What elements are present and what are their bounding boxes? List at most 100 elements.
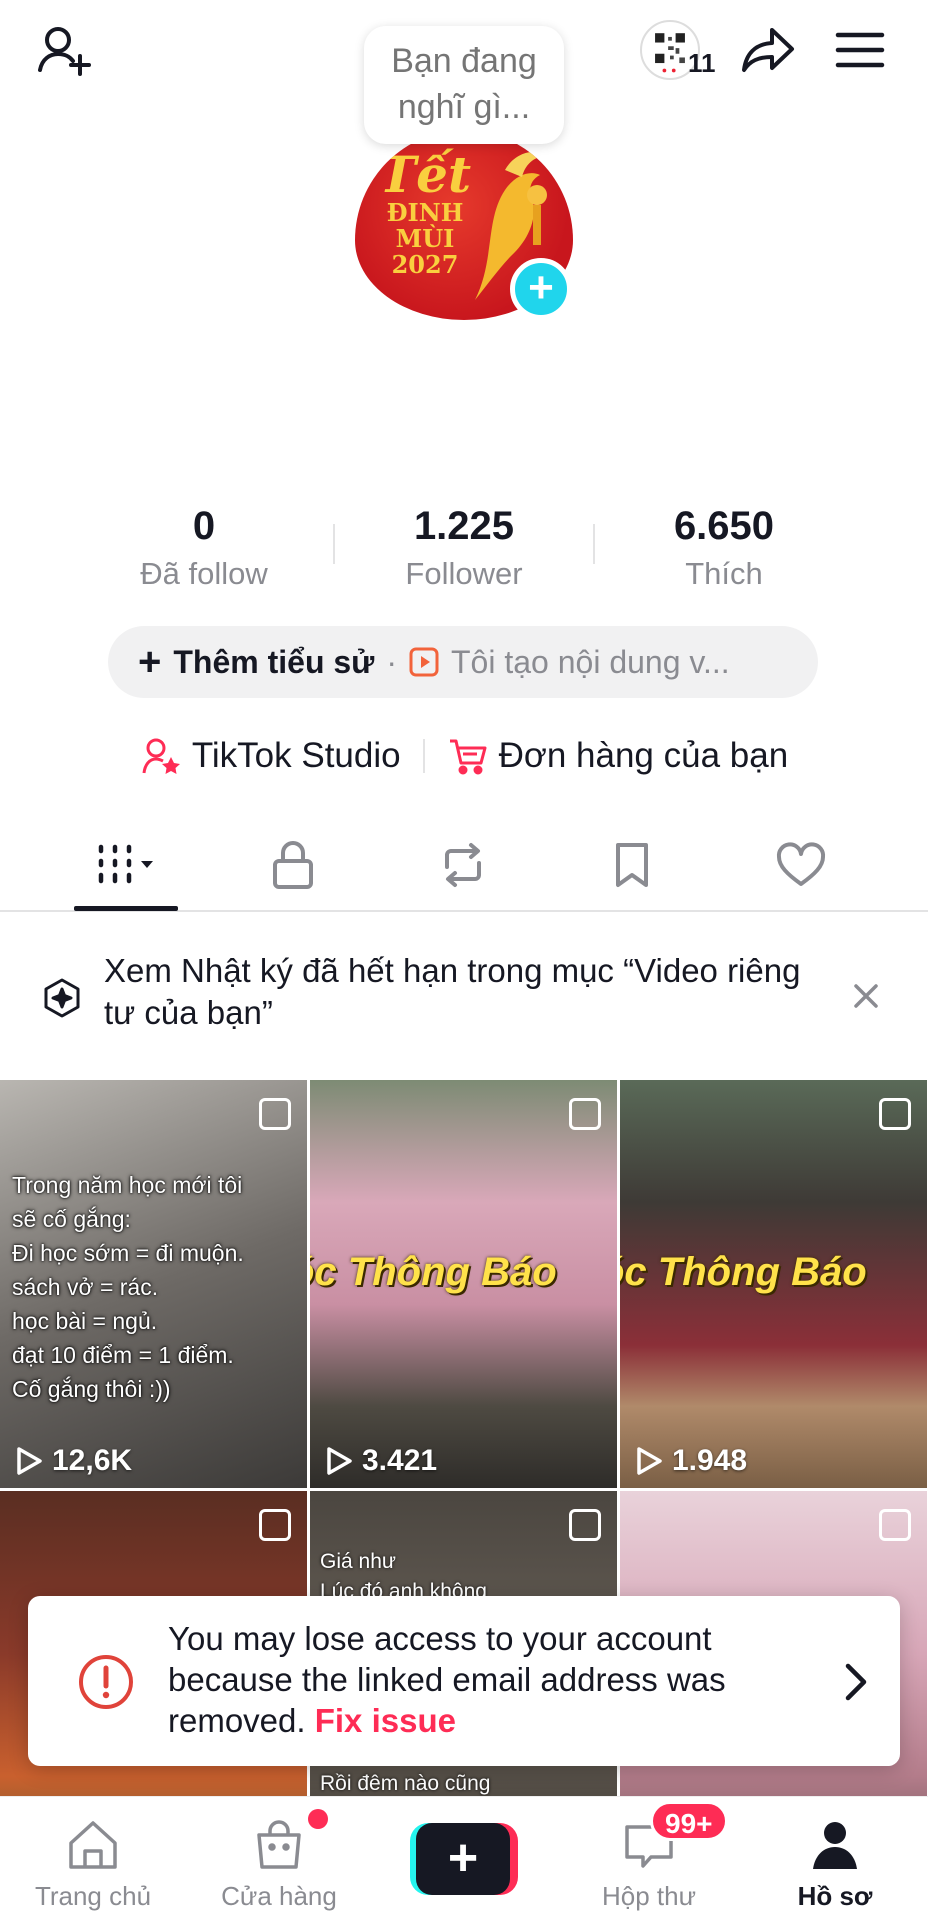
view-count-value: 1.948: [672, 1444, 748, 1477]
cart-icon: [449, 739, 487, 775]
play-icon: [327, 1447, 352, 1475]
video-overlay-text: óc Thông Báo: [310, 1250, 557, 1294]
caption-line: Trong năm học mới tôi: [12, 1172, 243, 1198]
inbox-badge: 99+: [650, 1801, 728, 1841]
active-tab-indicator: [74, 906, 178, 911]
multi-clip-icon: [569, 1098, 601, 1130]
view-count-value: 3.421: [362, 1444, 438, 1477]
fix-issue-link[interactable]: Fix issue: [315, 1702, 456, 1739]
thought-bubble-line2: nghĩ gì...: [397, 88, 531, 126]
video-caption: Trong năm học mới tôi sẽ cố gắng: Đi học…: [12, 1168, 302, 1406]
banner-text: Xem Nhật ký đã hết hạn trong mục “Video …: [104, 952, 801, 1031]
nav-home[interactable]: Trang chủ: [8, 1797, 178, 1920]
home-icon: [69, 1821, 117, 1869]
nav-shop[interactable]: Cửa hàng: [194, 1797, 364, 1920]
warning-message: You may lose access to your account beca…: [168, 1618, 808, 1741]
stat-likes[interactable]: 6.650 Thích: [594, 498, 854, 594]
qr-count: 11: [688, 48, 716, 78]
play-square-icon: [409, 647, 439, 677]
plus-icon: +: [416, 1823, 510, 1895]
caption-line: Giá như: [320, 1550, 396, 1573]
video-thumbnail[interactable]: óc Thông Báo 1.948: [620, 1080, 927, 1488]
video-thumbnail[interactable]: Trong năm học mới tôi sẽ cố gắng: Đi học…: [0, 1080, 307, 1488]
video-caption-bottom: Rồi đêm nào cũng: [320, 1772, 491, 1795]
multi-clip-icon: [879, 1509, 911, 1541]
caption-line: Đi học sớm = đi muộn.: [12, 1240, 244, 1266]
tiktok-studio-label: TikTok Studio: [191, 736, 401, 775]
nav-profile[interactable]: Hồ sơ: [750, 1797, 920, 1920]
caption-line: đạt 10 điểm = 1 điểm.: [12, 1342, 234, 1368]
caption-line: sẽ cố gắng:: [12, 1206, 131, 1232]
nav-home-label: Trang chủ: [34, 1881, 152, 1911]
view-count: 3.421: [324, 1444, 437, 1478]
avatar-line2: MÙI: [395, 224, 455, 253]
stat-following-value: 0: [192, 504, 216, 548]
avatar-title: Tết: [378, 145, 472, 204]
view-count-value: 12,6K: [52, 1444, 133, 1477]
nav-shop-label: Cửa hàng: [221, 1881, 337, 1911]
add-story-button[interactable]: +: [510, 258, 572, 320]
bio-separator: ·: [386, 643, 397, 680]
view-count: 12,6K: [14, 1444, 132, 1478]
alert-icon: [79, 1655, 133, 1709]
lock-icon: [273, 841, 313, 889]
avatar-text: Tết ĐINH MÙI 2027: [375, 150, 475, 278]
multi-clip-icon: [569, 1509, 601, 1541]
account-warning-card[interactable]: You may lose access to your account beca…: [28, 1596, 900, 1766]
profile-tabs: [0, 820, 928, 912]
thought-bubble[interactable]: Bạn đang nghĩ gì...: [364, 26, 564, 144]
plus-icon: +: [138, 639, 162, 684]
heart-icon: [776, 842, 826, 886]
nav-inbox-label: Hộp thư: [601, 1881, 696, 1911]
expired-diary-banner[interactable]: Xem Nhật ký đã hết hạn trong mục “Video …: [0, 944, 928, 1054]
stat-followers[interactable]: 1.225 Follower: [334, 498, 594, 594]
add-bio-label: Thêm tiểu sử: [173, 643, 375, 680]
profile-icon: [813, 1822, 857, 1869]
stat-likes-label: Thích: [685, 556, 763, 591]
menu-icon[interactable]: [830, 20, 890, 80]
close-icon[interactable]: [850, 980, 882, 1012]
create-button[interactable]: +: [410, 1823, 518, 1895]
studio-icon: [142, 738, 180, 774]
link-separator: [422, 739, 425, 773]
orders-link[interactable]: Đơn hàng của bạn: [447, 735, 789, 777]
multi-clip-icon: [259, 1098, 291, 1130]
shop-notification-dot: [308, 1809, 328, 1829]
caption-line: Cố gắng thôi :)): [12, 1376, 171, 1402]
video-thumbnail[interactable]: óc Thông Báo 3.421: [310, 1080, 617, 1488]
stat-following[interactable]: 0 Đã follow: [74, 498, 334, 594]
profile-stats: 0 Đã follow 1.225 Follower 6.650 Thích: [0, 498, 928, 598]
tab-liked[interactable]: [741, 820, 861, 910]
shopping-bag-icon: [257, 1820, 301, 1869]
stat-followers-label: Follower: [405, 556, 523, 591]
stat-followers-value: 1.225: [413, 504, 515, 548]
caption-line: học bài = ngủ.: [12, 1308, 158, 1334]
multi-clip-icon: [879, 1098, 911, 1130]
share-icon[interactable]: [738, 20, 798, 80]
qr-code-button[interactable]: 11: [640, 20, 720, 82]
chevron-right-icon[interactable]: [834, 1658, 878, 1706]
caption-line: sách vở = rác.: [12, 1274, 159, 1300]
tiktok-studio-link[interactable]: TikTok Studio: [140, 735, 401, 777]
grid-icon: [98, 844, 153, 884]
bottom-navigation: Trang chủ Cửa hàng + Hộp thư 99+ Hồ sơ: [0, 1796, 928, 1920]
sparkle-icon: [44, 978, 80, 1018]
avatar-line3: 2027: [391, 250, 459, 279]
tab-saved[interactable]: [572, 820, 692, 910]
play-icon: [637, 1447, 662, 1475]
tab-private[interactable]: [233, 820, 353, 910]
bio-placeholder: Tôi tạo nội dung v...: [451, 643, 730, 680]
add-bio-button[interactable]: + Thêm tiểu sử · Tôi tạo nội dung v...: [108, 626, 818, 698]
stat-likes-value: 6.650: [673, 504, 775, 548]
bookmark-icon: [616, 843, 648, 887]
avatar-line1: ĐINH: [386, 198, 464, 227]
view-count: 1.948: [634, 1444, 747, 1478]
orders-label: Đơn hàng của bạn: [498, 736, 789, 775]
tab-videos[interactable]: [66, 820, 186, 910]
tab-reposts[interactable]: [403, 820, 523, 910]
thought-bubble-line1: Bạn đang: [391, 42, 537, 80]
profile-links: TikTok Studio Đơn hàng của bạn: [0, 728, 928, 784]
video-overlay-text: óc Thông Báo: [620, 1250, 867, 1294]
stat-following-label: Đã follow: [140, 556, 268, 591]
add-friend-icon[interactable]: [34, 20, 94, 80]
